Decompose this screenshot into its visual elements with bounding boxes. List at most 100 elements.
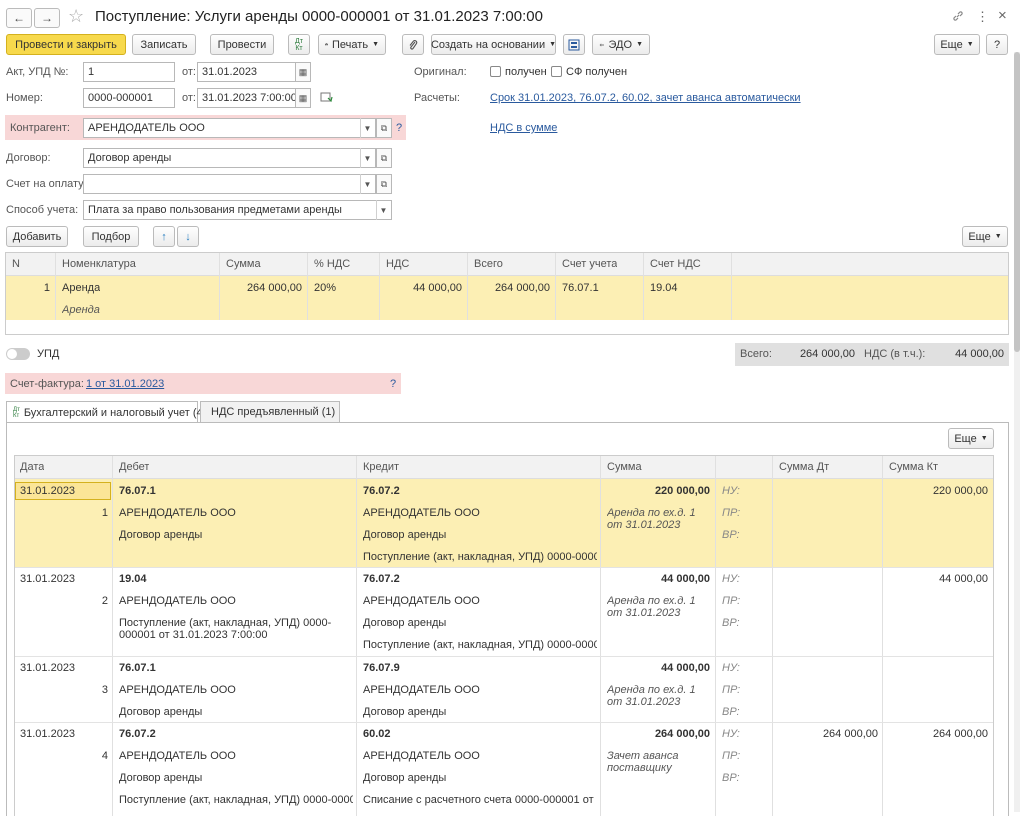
items-more-button[interactable]: Еще ▼	[962, 226, 1008, 247]
attach-button[interactable]	[402, 34, 424, 55]
save-button[interactable]: Записать	[132, 34, 196, 55]
entry-credit-sub3: Поступление (акт, накладная, УПД) 0000-0…	[363, 551, 597, 563]
contract-field[interactable]: Договор аренды	[83, 148, 376, 168]
number-field[interactable]: 0000-000001	[83, 88, 175, 108]
counterparty-help[interactable]: ?	[396, 122, 402, 134]
entry-debit-sub1: АРЕНДОДАТЕЛЬ ООО	[119, 507, 236, 519]
item-vat-rate: 20%	[314, 282, 337, 294]
entry-credit: 76.07.2	[363, 573, 400, 585]
entry-sum-dt: 264 000,00	[822, 728, 878, 740]
entry-vr: ВР:	[722, 772, 740, 784]
favorite-star-icon[interactable]: ☆	[68, 6, 84, 27]
entry-n: 4	[101, 750, 108, 762]
structure-icon	[568, 39, 580, 50]
item-vat-account: 19.04	[650, 282, 678, 294]
more-label: Еще	[940, 38, 963, 51]
contract-dropdown-icon[interactable]: ▼	[360, 148, 374, 168]
open-icon[interactable]: ⧉	[376, 118, 392, 138]
number-date-field[interactable]: 31.01.2023 7:00:00	[197, 88, 297, 108]
total-label: Всего:	[740, 348, 772, 360]
entries-col-debit: Дебет	[119, 461, 150, 473]
window-title: Поступление: Услуги аренды 0000-000001 о…	[95, 8, 543, 25]
item-vat: 44 000,00	[413, 282, 462, 294]
create-based-on-button[interactable]: Создать на основании ▼	[431, 34, 556, 55]
item-total: 264 000,00	[494, 282, 550, 294]
save-label: Записать	[140, 38, 188, 51]
entry-debit-sub2: Поступление (акт, накладная, УПД) 0000-0…	[119, 617, 332, 641]
entry-n: 2	[101, 595, 108, 607]
original-received-checkbox[interactable]	[490, 66, 501, 77]
counterparty-dropdown-icon[interactable]: ▼	[360, 118, 374, 138]
entries-col-date: Дата	[20, 461, 45, 473]
entry-debit-sub1: АРЕНДОДАТЕЛЬ ООО	[119, 595, 236, 607]
sf-received-checkbox[interactable]	[551, 66, 562, 77]
calendar-icon[interactable]: ▦	[295, 62, 311, 82]
structure-button[interactable]	[563, 34, 585, 55]
move-up-icon[interactable]: ↑	[153, 226, 175, 247]
entry-vr: ВР:	[722, 617, 740, 629]
items-more-label: Еще	[968, 230, 991, 243]
act-number-field[interactable]: 1	[83, 62, 175, 82]
upd-toggle[interactable]	[6, 348, 30, 360]
back-button[interactable]: ←	[6, 8, 32, 28]
act-label: Акт, УПД №:	[6, 66, 69, 78]
upd-label: УПД	[37, 348, 60, 360]
paperclip-icon	[409, 39, 418, 49]
entry-debit: 19.04	[119, 573, 147, 585]
entry-sum-kt: 44 000,00	[939, 573, 988, 585]
entry-credit: 76.07.2	[363, 485, 400, 497]
invoice-dropdown-icon[interactable]: ▼	[360, 174, 374, 194]
open-icon[interactable]: ⧉	[376, 148, 392, 168]
refresh-date-icon[interactable]	[320, 92, 333, 106]
print-button[interactable]: Печать ▼	[318, 34, 386, 55]
invoice-label: Счет-фактура:	[10, 378, 84, 390]
entry-n: 1	[101, 507, 108, 519]
entry-vr: ВР:	[722, 529, 740, 541]
link-icon[interactable]	[952, 10, 964, 25]
open-icon[interactable]: ⧉	[376, 174, 392, 194]
select-button[interactable]: Подбор	[83, 226, 139, 247]
tab-accounting[interactable]: Дт Кт Бухгалтерский и налоговый учет (4)	[6, 401, 206, 423]
edo-label: ЭДО	[608, 38, 633, 51]
items-col-vat-rate: % НДС	[314, 258, 351, 270]
act-date-field[interactable]: 31.01.2023	[197, 62, 297, 82]
method-dropdown-icon[interactable]: ▼	[376, 200, 390, 220]
tab-vat-presented[interactable]: НДС предъявленный (1)	[200, 401, 340, 422]
post-button[interactable]: Провести	[210, 34, 274, 55]
item-name: Аренда	[62, 282, 101, 294]
entry-comment: Аренда по ех.д. 1 от 31.01.2023	[607, 684, 696, 708]
scrollbar[interactable]	[1014, 52, 1020, 812]
entry-pr: ПР:	[722, 684, 741, 696]
entries-more-button[interactable]: Еще ▼	[948, 428, 994, 449]
printer-icon	[325, 43, 329, 46]
settlements-link[interactable]: Срок 31.01.2023, 76.07.2, 60.02, зачет а…	[490, 92, 801, 104]
invoice-for-payment-field[interactable]	[83, 174, 376, 194]
forward-button[interactable]: →	[34, 8, 60, 28]
more-vertical-icon[interactable]: ⋮	[976, 9, 989, 25]
close-icon[interactable]: ×	[998, 7, 1007, 24]
entry-debit: 76.07.1	[119, 662, 156, 674]
total-vat-label: НДС (в т.ч.):	[864, 348, 926, 360]
entry-credit-sub3: Поступление (акт, накладная, УПД) 0000-0…	[363, 639, 597, 651]
item-sum: 264 000,00	[246, 282, 302, 294]
calendar-icon[interactable]: ▦	[295, 88, 311, 108]
edo-button[interactable]: ЭДО ▼	[592, 34, 650, 55]
entry-credit-sub2: Договор аренды	[363, 617, 447, 629]
move-down-icon[interactable]: ↓	[177, 226, 199, 247]
entry-nu: НУ:	[722, 573, 740, 585]
accounting-method-select[interactable]: Плата за право пользования предметами ар…	[83, 200, 392, 220]
entry-debit-sub1: АРЕНДОДАТЕЛЬ ООО	[119, 684, 236, 696]
invoice-help[interactable]: ?	[390, 378, 396, 390]
invoice-link[interactable]: 1 от 31.01.2023	[86, 378, 164, 390]
dtkt-icon[interactable]: Дт Кт	[288, 34, 310, 55]
add-button[interactable]: Добавить	[6, 226, 68, 247]
print-label: Печать	[332, 38, 369, 51]
more-button[interactable]: Еще ▼	[934, 34, 980, 55]
settlements-label: Расчеты:	[414, 92, 460, 104]
entry-credit-sub1: АРЕНДОДАТЕЛЬ ООО	[363, 507, 480, 519]
vat-in-sum-link[interactable]: НДС в сумме	[490, 122, 557, 134]
help-button[interactable]: ?	[986, 34, 1008, 55]
post-and-close-button[interactable]: Провести и закрыть	[6, 34, 126, 55]
entry-date: 31.01.2023	[20, 485, 76, 497]
counterparty-field[interactable]: АРЕНДОДАТЕЛЬ ООО	[83, 118, 376, 138]
